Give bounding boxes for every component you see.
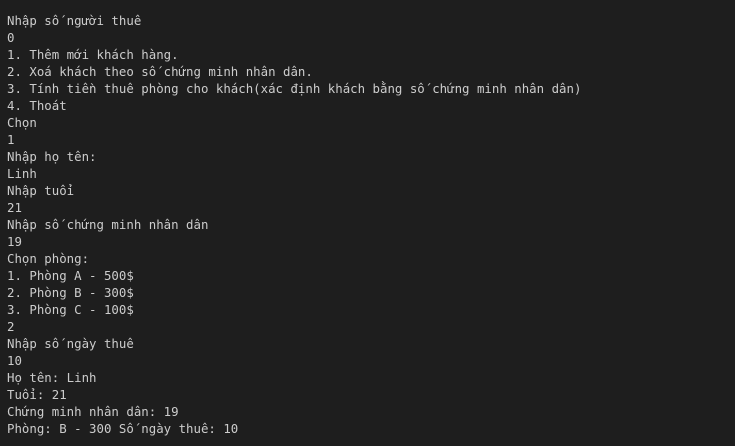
terminal-line: Họ tên: Linh <box>7 370 97 385</box>
terminal-line: 1. Thêm mới khách hàng. <box>7 47 179 62</box>
terminal-line: Linh <box>7 166 37 181</box>
terminal-line: Chọn <box>7 115 37 130</box>
terminal-line: 3. Tính tiền thuê phòng cho khách(xác đị… <box>7 81 582 96</box>
terminal-line: 2. Phòng B - 300$ <box>7 285 134 300</box>
terminal-line: 3. Phòng C - 100$ <box>7 302 134 317</box>
terminal-line: 4. Thoát <box>7 98 67 113</box>
terminal-line: Tuổi: 21 <box>7 387 67 402</box>
terminal-line: Phòng: B - 300 Số ngày thuê: 10 <box>7 421 239 436</box>
terminal-line: Chọn phòng: <box>7 251 90 266</box>
terminal-line: 0 <box>7 30 15 45</box>
terminal-line: 1. Phòng A - 500$ <box>7 268 134 283</box>
terminal-line: 2 <box>7 319 15 334</box>
terminal-line: 10 <box>7 353 22 368</box>
terminal-line: Nhập số ngày thuê <box>7 336 134 351</box>
terminal-line: Chứng minh nhân dân: 19 <box>7 404 179 419</box>
terminal-line: Nhập họ tên: <box>7 149 97 164</box>
terminal-line: 2. Xoá khách theo số chứng minh nhân dân… <box>7 64 313 79</box>
terminal-line: 19 <box>7 234 22 249</box>
terminal-line: Nhập tuổi <box>7 183 75 198</box>
terminal-line: Nhập số người thuê <box>7 13 142 28</box>
terminal-output[interactable]: Nhập số người thuê 0 1. Thêm mới khách h… <box>0 0 735 446</box>
terminal-line: 1 <box>7 132 15 147</box>
terminal-line: Nhập số chứng minh nhân dân <box>7 217 209 232</box>
terminal-line: 21 <box>7 200 22 215</box>
